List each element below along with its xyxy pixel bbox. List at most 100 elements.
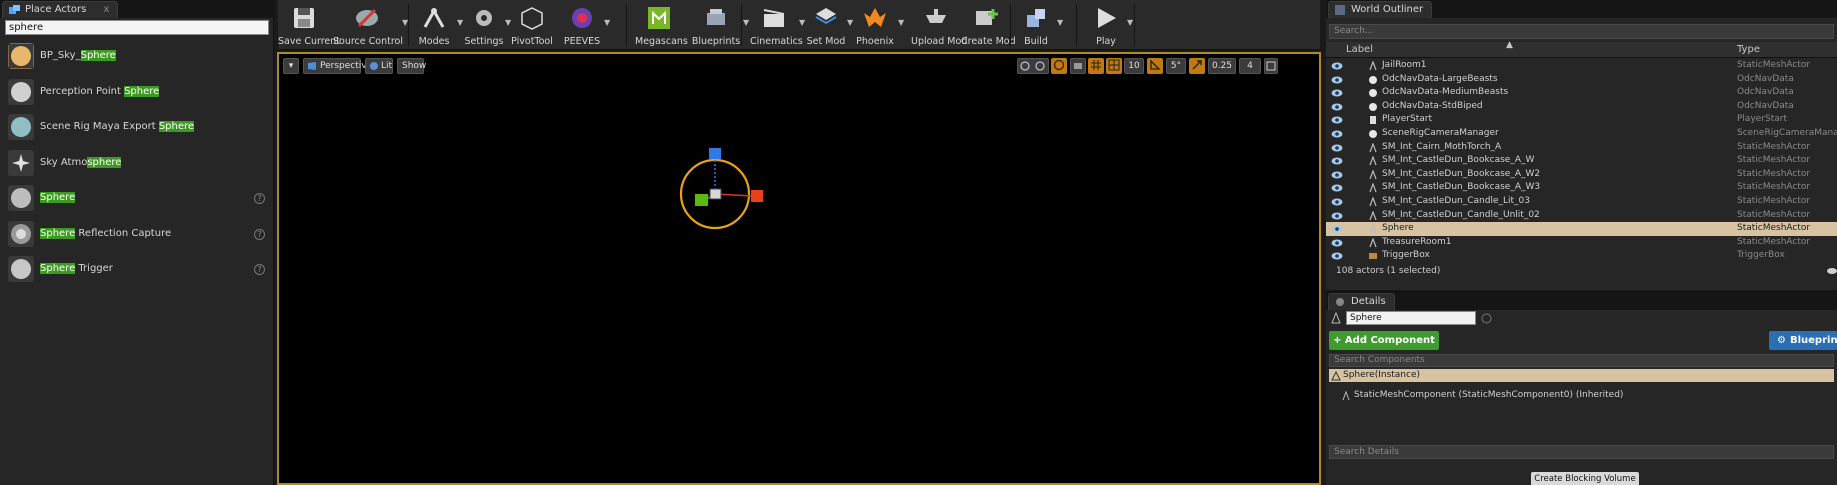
world-outliner-tab[interactable]: World Outliner — [1328, 1, 1433, 18]
place-actor-item[interactable]: Sphere? — [0, 181, 274, 216]
viewport-menu-button[interactable]: ▾ — [283, 58, 299, 74]
show-button[interactable]: Show — [397, 58, 426, 74]
rotation-snap-toggle[interactable] — [1147, 58, 1163, 74]
blueprints-button[interactable]: Blueprints — [690, 2, 742, 48]
world-local-button[interactable] — [1051, 58, 1067, 74]
place-actor-item[interactable]: BP_Sky_Sphere — [0, 39, 274, 74]
cinematics-button[interactable]: Cinematics — [750, 2, 803, 48]
settings-button[interactable]: Settings — [464, 2, 504, 48]
place-actors-tab[interactable]: Place Actors x — [2, 1, 119, 18]
visibility-eye-icon[interactable] — [1331, 184, 1343, 192]
details-tab[interactable]: Details — [1328, 293, 1395, 310]
outliner-row[interactable]: PlayerStart PlayerStart — [1326, 113, 1837, 127]
outliner-row[interactable]: TriggerBox TriggerBox — [1326, 249, 1837, 263]
save-current-button[interactable]: Save Current — [278, 2, 340, 48]
perspective-button[interactable]: Perspective — [303, 58, 372, 74]
add-component-button[interactable]: + Add Component ▾ — [1329, 331, 1439, 365]
outliner-row[interactable]: SM_Int_CastleDun_Bookcase_A_W2 StaticMesh… — [1326, 168, 1837, 182]
visibility-eye-icon[interactable] — [1331, 62, 1343, 70]
outliner-row[interactable]: OdcNavData-MediumBeasts OdcNavData — [1326, 86, 1837, 100]
visibility-eye-icon[interactable] — [1331, 76, 1343, 84]
blueprint-button[interactable]: ⚙Blueprint — [1769, 331, 1837, 350]
search-details-input[interactable]: Search Details — [1329, 445, 1834, 459]
help-icon[interactable]: ? — [254, 228, 265, 240]
maximize-viewport-button[interactable] — [1264, 58, 1278, 74]
chevron-down-icon[interactable]: ▼ — [1057, 18, 1063, 27]
visibility-eye-icon[interactable] — [1331, 198, 1343, 206]
chevron-down-icon[interactable]: ▼ — [457, 18, 463, 27]
component-instance-row[interactable]: Sphere(Instance) — [1329, 369, 1834, 382]
column-label-header[interactable]: Label — [1346, 44, 1373, 55]
transform-gizmo[interactable] — [655, 134, 775, 244]
upload-mod-button[interactable]: Upload Mod — [911, 2, 967, 48]
visibility-eye-icon[interactable] — [1331, 130, 1343, 138]
actor-name-input[interactable]: Sphere — [1346, 311, 1476, 325]
visibility-eye-icon[interactable] — [1331, 89, 1343, 97]
chevron-down-icon[interactable]: ▼ — [799, 18, 805, 27]
grid-snap-toggle-2[interactable] — [1106, 58, 1122, 74]
outliner-row[interactable]: Sphere StaticMeshActor — [1326, 222, 1837, 236]
level-viewport[interactable]: ▾ Perspective Lit Show 10 5° 0.25 4 — [277, 52, 1321, 485]
surface-snap-button[interactable] — [1070, 58, 1086, 74]
scale-snap-value[interactable]: 0.25 — [1208, 58, 1236, 74]
help-icon[interactable]: ? — [254, 264, 265, 275]
peeves-button[interactable]: PEEVES — [561, 2, 603, 48]
place-actor-item[interactable]: Sky Atmosphere — [0, 146, 274, 181]
phoenix-button[interactable]: Phoenix — [853, 2, 897, 48]
static-mesh-component-row[interactable]: StaticMeshComponent (StaticMeshComponent… — [1341, 390, 1623, 401]
place-actor-item[interactable]: Sphere Trigger? — [0, 252, 274, 287]
visibility-eye-icon[interactable] — [1331, 225, 1343, 233]
build-button[interactable]: Build — [1016, 2, 1056, 48]
transform-modes-button[interactable] — [1017, 58, 1049, 74]
scale-snap-toggle[interactable] — [1189, 58, 1205, 74]
rotation-snap-value[interactable]: 5° — [1166, 58, 1186, 74]
source-control-button[interactable]: Source Control — [333, 2, 403, 48]
visibility-eye-icon[interactable] — [1331, 144, 1343, 152]
outliner-row[interactable]: SM_Int_CastleDun_Bookcase_A_W StaticMeshA… — [1326, 154, 1837, 168]
place-actors-search-input[interactable]: sphere — [5, 20, 269, 35]
play-button[interactable]: Play — [1086, 2, 1126, 48]
megascans-button[interactable]: Megascans — [635, 2, 688, 48]
save-icon — [294, 8, 314, 28]
outliner-row[interactable]: SM_Int_CastleDun_Bookcase_A_W3 StaticMesh… — [1326, 181, 1837, 195]
grid-snap-value[interactable]: 10 — [1124, 58, 1144, 74]
help-icon[interactable]: ? — [254, 193, 265, 204]
visibility-eye-icon[interactable] — [1331, 157, 1343, 165]
place-actor-item[interactable]: Sphere Reflection Capture? — [0, 217, 274, 252]
chevron-down-icon[interactable]: ▼ — [743, 18, 749, 27]
column-type-header[interactable]: Type — [1737, 44, 1760, 55]
outliner-row[interactable]: OdcNavData-LargeBeasts OdcNavData — [1326, 73, 1837, 87]
outliner-row[interactable]: OdcNavData-StdBiped OdcNavData — [1326, 100, 1837, 114]
search-components-input[interactable]: Search Components — [1329, 354, 1834, 367]
outliner-row[interactable]: JailRoom1 StaticMeshActor — [1326, 59, 1837, 73]
outliner-row[interactable]: SM_Int_Cairn_MothTorch_A StaticMeshActor — [1326, 141, 1837, 155]
visibility-eye-icon[interactable] — [1331, 103, 1343, 111]
modes-button[interactable]: Modes — [412, 2, 456, 48]
outliner-row[interactable]: TreasureRoom1 StaticMeshActor — [1326, 236, 1837, 250]
outliner-row[interactable]: SM_Int_CastleDun_Candle_Unlit_02 StaticMe… — [1326, 209, 1837, 223]
visibility-eye-icon[interactable] — [1331, 239, 1343, 247]
chevron-down-icon[interactable]: ▼ — [1127, 18, 1133, 27]
set-mod-button[interactable]: Set Mod — [806, 2, 846, 48]
close-icon[interactable]: x — [103, 4, 109, 15]
place-actor-item[interactable]: Perception Point Sphere — [0, 75, 274, 110]
chevron-down-icon[interactable]: ▼ — [898, 18, 904, 27]
visibility-eye-icon[interactable] — [1331, 171, 1343, 179]
visibility-eye-icon[interactable] — [1331, 212, 1343, 220]
visibility-eye-icon[interactable] — [1331, 116, 1343, 124]
lit-button[interactable]: Lit — [365, 58, 393, 74]
view-options-icon[interactable] — [1826, 267, 1837, 275]
place-actor-item[interactable]: Scene Rig Maya Export Sphere — [0, 110, 274, 145]
camera-speed-button[interactable]: 4 — [1239, 58, 1261, 74]
outliner-row[interactable]: SM_Int_CastleDun_Candle_Lit_03 StaticMesh… — [1326, 195, 1837, 209]
grid-snap-toggle[interactable] — [1088, 58, 1104, 74]
lock-icon[interactable] — [1481, 313, 1492, 324]
create-mod-button[interactable]: Create Mod — [961, 2, 1016, 48]
visibility-eye-icon[interactable] — [1331, 252, 1343, 260]
pivottool-button[interactable]: PivotTool — [509, 2, 555, 48]
place-actors-panel: Place Actors x sphere BP_Sky_Sphere Perce… — [0, 0, 274, 485]
chevron-down-icon[interactable]: ▼ — [604, 18, 610, 27]
outliner-row[interactable]: SceneRigCameraManager SceneRigCameraManag… — [1326, 127, 1837, 141]
outliner-search-input[interactable]: Search... — [1329, 24, 1834, 39]
create-blocking-volume-button[interactable]: Create Blocking Volume ▾ — [1531, 472, 1639, 485]
